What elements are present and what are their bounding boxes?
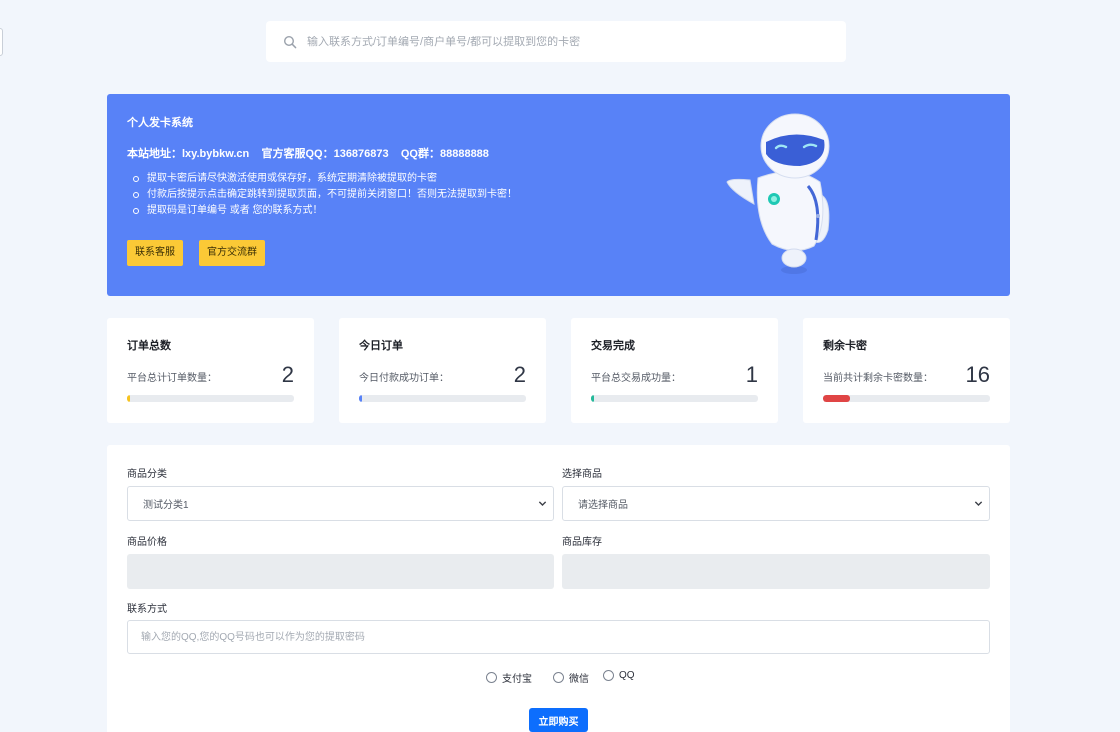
- price-field: [127, 554, 554, 589]
- payment-option-alipay[interactable]: 支付宝: [486, 670, 532, 685]
- notice-list: 提取卡密后请尽快激活使用或保存好，系统定期清除被提取的卡密 付款后按提示点击确定…: [127, 171, 517, 219]
- purchase-form: 商品分类 测试分类1 选择商品 请选择商品 商品价格 商品库存 联系方式 支付宝…: [107, 445, 1010, 732]
- stock-field: [562, 554, 990, 589]
- payment-option-label: 支付宝: [502, 674, 532, 685]
- payment-option-qq[interactable]: QQ: [603, 670, 635, 681]
- chevron-down-icon: [538, 501, 547, 506]
- stat-title: 交易完成: [591, 340, 635, 352]
- stat-card-today-orders: 今日订单 今日付款成功订单： 2: [339, 318, 546, 423]
- order-search-bar[interactable]: [266, 21, 846, 62]
- search-icon: [283, 35, 297, 48]
- price-label: 商品价格: [127, 537, 167, 548]
- stat-progress-bar: [127, 395, 294, 402]
- official-group-button[interactable]: 官方交流群: [199, 240, 265, 266]
- stat-progress-bar: [359, 395, 526, 402]
- robot-mascot-icon: [726, 113, 830, 274]
- stat-value: 1: [745, 362, 758, 387]
- stat-desc: 今日付款成功订单：: [359, 373, 449, 384]
- payment-option-label: 微信: [569, 674, 589, 685]
- category-selected-value: 测试分类1: [143, 500, 189, 511]
- stat-value: 2: [513, 362, 526, 387]
- buy-now-button[interactable]: 立即购买: [529, 708, 588, 732]
- stat-card-completed-trades: 交易完成 平台总交易成功量： 1: [571, 318, 778, 423]
- site-address-line: 本站地址：lxy.bybkw.cn 官方客服QQ：136876873 QQ群：8…: [127, 148, 489, 160]
- radio-icon[interactable]: [553, 672, 564, 683]
- stat-value: 2: [281, 362, 294, 387]
- stat-title: 剩余卡密: [823, 340, 867, 352]
- stat-progress-fill: [823, 395, 850, 402]
- search-input[interactable]: [307, 35, 807, 48]
- contact-label: 联系方式: [127, 604, 167, 615]
- stat-progress-fill: [127, 395, 131, 402]
- stat-title: 订单总数: [127, 340, 171, 352]
- stat-progress-bar: [591, 395, 758, 402]
- left-edge-tab: [0, 28, 3, 56]
- stat-card-total-orders: 订单总数 平台总计订单数量： 2: [107, 318, 314, 423]
- contact-input[interactable]: [127, 620, 990, 654]
- site-title: 个人发卡系统: [127, 117, 193, 129]
- stat-progress-fill: [359, 395, 363, 402]
- payment-option-label: QQ: [619, 670, 635, 681]
- stat-progress-bar: [823, 395, 990, 402]
- notice-item: 提取卡密后请尽快激活使用或保存好，系统定期清除被提取的卡密: [127, 171, 517, 187]
- notice-item: 付款后按提示点击确定跳转到提取页面，不可提前关闭窗口！否则无法提取到卡密！: [127, 187, 517, 203]
- product-select[interactable]: 请选择商品: [562, 486, 990, 521]
- payment-option-wechat[interactable]: 微信: [553, 670, 589, 685]
- radio-icon[interactable]: [603, 670, 614, 681]
- stat-card-remaining-cards: 剩余卡密 当前共计剩余卡密数量： 16: [803, 318, 1010, 423]
- stat-desc: 当前共计剩余卡密数量：: [823, 373, 933, 384]
- category-select[interactable]: 测试分类1: [127, 486, 554, 521]
- chevron-down-icon: [974, 501, 983, 506]
- stock-label: 商品库存: [562, 537, 602, 548]
- stat-progress-fill: [591, 395, 594, 402]
- stat-desc: 平台总交易成功量：: [591, 373, 681, 384]
- radio-icon[interactable]: [486, 672, 497, 683]
- stat-value: 16: [965, 362, 990, 387]
- stat-title: 今日订单: [359, 340, 403, 352]
- notice-item: 提取码是订单编号 或者 您的联系方式！: [127, 203, 517, 219]
- stat-desc: 平台总计订单数量：: [127, 373, 217, 384]
- product-selected-value: 请选择商品: [578, 500, 628, 511]
- product-label: 选择商品: [562, 469, 602, 480]
- category-label: 商品分类: [127, 469, 167, 480]
- contact-service-button[interactable]: 联系客服: [127, 240, 183, 266]
